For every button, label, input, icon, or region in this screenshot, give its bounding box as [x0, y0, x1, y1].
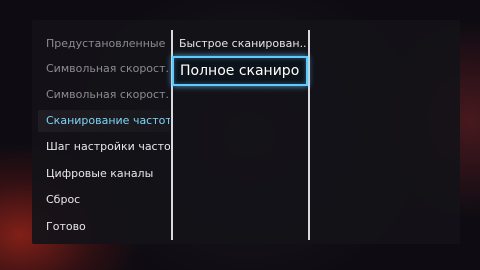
- column-divider-right: [308, 30, 310, 240]
- menu-item-reset[interactable]: Сброс: [38, 189, 170, 211]
- menu-item-frequency-step[interactable]: Шаг настройки часто...: [38, 136, 170, 158]
- menu-item-done[interactable]: Готово: [38, 216, 170, 238]
- menu-item-symbol-rate-2[interactable]: Символьная скорост...: [38, 84, 170, 106]
- menu-item-digital-channels[interactable]: Цифровые каналы: [38, 163, 170, 185]
- menu-item-symbol-rate-1[interactable]: Символьная скорост...: [38, 58, 170, 80]
- menu-list: Предустановленные ... Символьная скорост…: [38, 33, 170, 243]
- menu-item-preset[interactable]: Предустановленные ...: [38, 33, 170, 55]
- option-quick-scan[interactable]: Быстрое сканирован...: [175, 33, 307, 55]
- option-full-scan[interactable]: Полное сканиро: [172, 56, 308, 86]
- menu-item-frequency-scan[interactable]: Сканирование частот...: [38, 110, 170, 132]
